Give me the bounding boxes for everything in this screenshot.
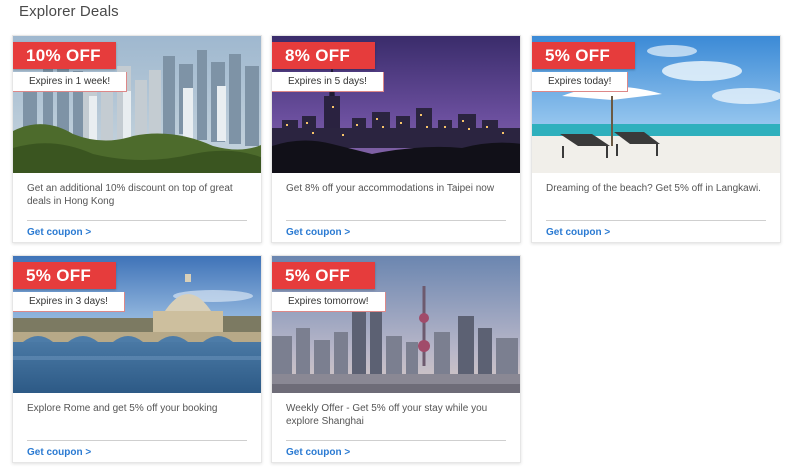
deal-description: Weekly Offer - Get 5% off your stay whil… [286, 403, 488, 427]
expiry-tag: Expires tomorrow! [272, 292, 386, 312]
get-coupon-link[interactable]: Get coupon > [27, 447, 91, 458]
discount-badge: 5% OFF [13, 262, 116, 289]
divider [286, 220, 506, 221]
deal-description: Get an additional 10% discount on top of… [27, 183, 233, 207]
deal-description: Get 8% off your accommodations in Taipei… [286, 183, 495, 194]
deal-card-langkawi[interactable]: 5% OFF Expires today! Dreaming of the be… [531, 35, 781, 243]
deal-card-rome[interactable]: 5% OFF Expires in 3 days! Explore Rome a… [12, 255, 262, 463]
divider [27, 440, 247, 441]
get-coupon-link[interactable]: Get coupon > [546, 227, 610, 238]
expiry-tag: Expires today! [532, 72, 629, 92]
expiry-tag: Expires in 1 week! [13, 72, 128, 92]
page-title: Explorer Deals [19, 3, 119, 20]
discount-badge: 8% OFF [272, 42, 375, 69]
get-coupon-link[interactable]: Get coupon > [286, 227, 350, 238]
deal-description: Dreaming of the beach? Get 5% off in Lan… [546, 183, 761, 194]
deal-card-taipei[interactable]: 8% OFF Expires in 5 days! Get 8% off you… [271, 35, 521, 243]
expiry-tag: Expires in 5 days! [272, 72, 384, 92]
discount-badge: 5% OFF [272, 262, 375, 289]
deal-card-shanghai[interactable]: 5% OFF Expires tomorrow! Weekly Offer - … [271, 255, 521, 463]
deal-card-hong-kong[interactable]: 10% OFF Expires in 1 week! Get an additi… [12, 35, 262, 243]
deal-description: Explore Rome and get 5% off your booking [27, 403, 218, 414]
discount-badge: 5% OFF [532, 42, 635, 69]
divider [286, 440, 506, 441]
divider [27, 220, 247, 221]
discount-badge: 10% OFF [13, 42, 116, 69]
get-coupon-link[interactable]: Get coupon > [27, 227, 91, 238]
expiry-tag: Expires in 3 days! [13, 292, 125, 312]
divider [546, 220, 766, 221]
get-coupon-link[interactable]: Get coupon > [286, 447, 350, 458]
